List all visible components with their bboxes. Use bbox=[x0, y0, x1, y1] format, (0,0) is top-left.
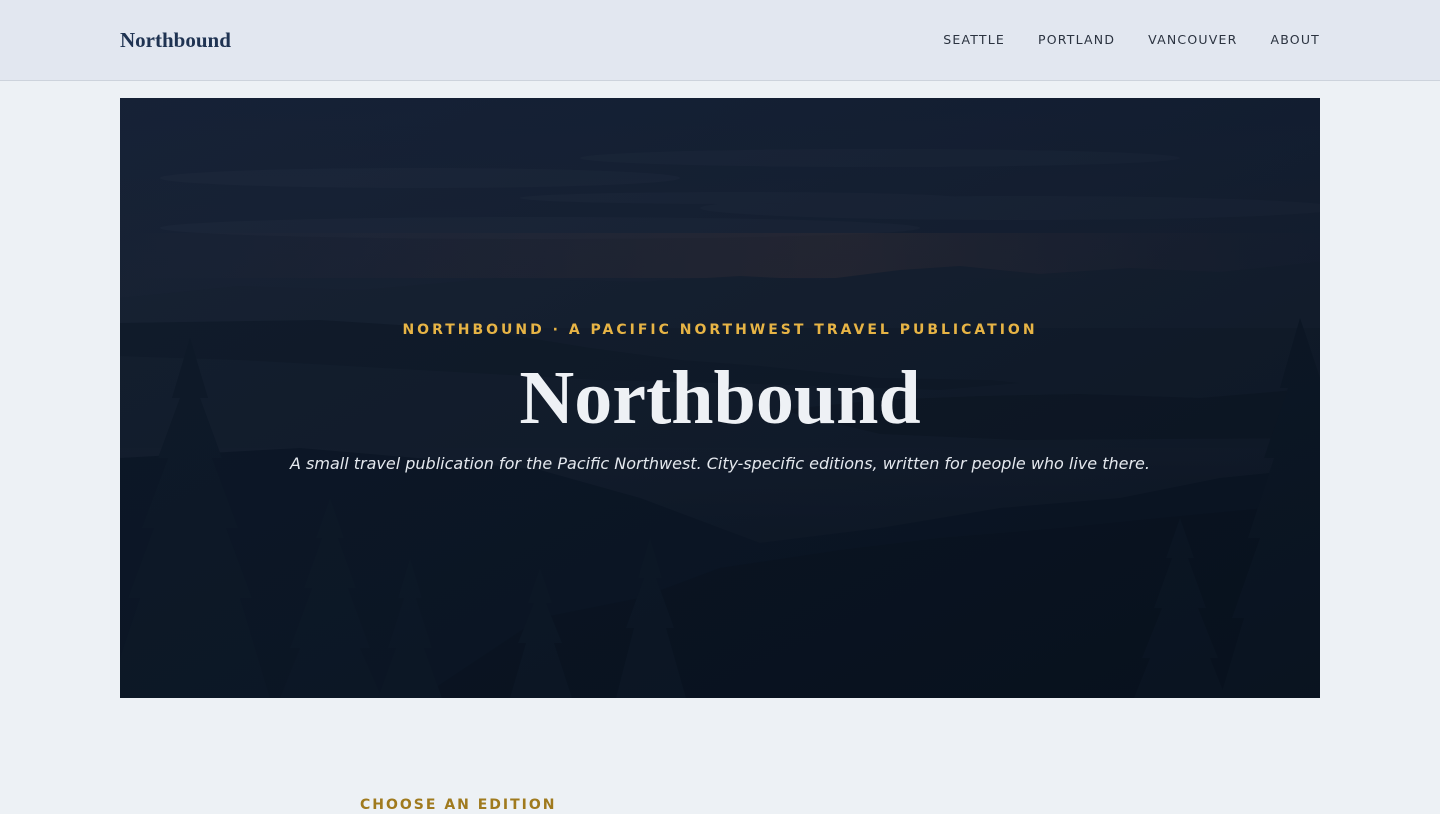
hero-content: NORTHBOUND · A PACIFIC NORTHWEST TRAVEL … bbox=[120, 98, 1320, 698]
hero-title: Northbound bbox=[519, 356, 921, 440]
brand-logo-link[interactable]: Northbound bbox=[120, 27, 231, 53]
hero-eyebrow: NORTHBOUND · A PACIFIC NORTHWEST TRAVEL … bbox=[402, 322, 1038, 338]
nav-link-seattle[interactable]: SEATTLE bbox=[943, 32, 1005, 48]
site-header: Northbound SEATTLE PORTLAND VANCOUVER AB… bbox=[0, 0, 1440, 81]
hero-tagline: A small travel publication for the Pacif… bbox=[290, 454, 1150, 473]
choose-edition-heading: CHOOSE AN EDITION bbox=[360, 797, 557, 813]
nav-link-about[interactable]: ABOUT bbox=[1270, 32, 1320, 48]
hero-banner: NORTHBOUND · A PACIFIC NORTHWEST TRAVEL … bbox=[120, 98, 1320, 698]
nav-link-portland[interactable]: PORTLAND bbox=[1038, 32, 1115, 48]
nav-link-vancouver[interactable]: VANCOUVER bbox=[1148, 32, 1237, 48]
main-nav: SEATTLE PORTLAND VANCOUVER ABOUT bbox=[943, 32, 1320, 48]
